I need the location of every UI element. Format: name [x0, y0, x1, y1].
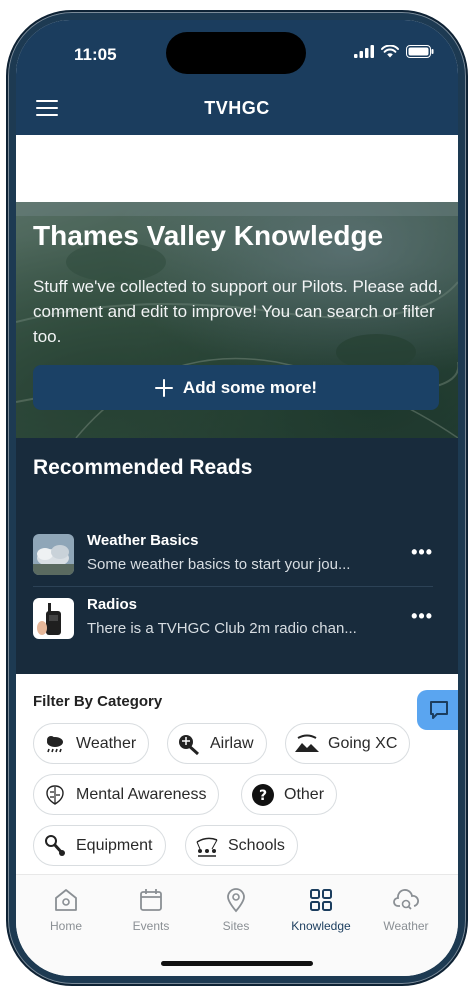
read-subtitle: There is a TVHGC Club 2m radio chan...: [87, 620, 357, 637]
chip-label: Equipment: [76, 836, 153, 854]
more-options-icon[interactable]: •••: [411, 542, 433, 563]
schools-icon: [194, 833, 220, 859]
app-title: TVHGC: [204, 98, 270, 118]
chip-going-xc[interactable]: Going XC: [285, 723, 411, 764]
chat-bubble-icon: [430, 701, 448, 719]
read-title: Radios: [87, 596, 138, 613]
recommended-reads-section: Recommended Reads Weather Basics Some we…: [16, 438, 458, 674]
read-subtitle: Some weather basics to start your jou...: [87, 556, 351, 573]
chip-mental-awareness[interactable]: Mental Awareness: [33, 774, 220, 815]
chip-label: Going XC: [328, 734, 398, 752]
read-title: Weather Basics: [87, 532, 199, 549]
chip-label: Mental Awareness: [76, 785, 207, 803]
nav-label: Knowledge: [291, 919, 351, 933]
battery-icon: [406, 45, 434, 58]
nav-knowledge[interactable]: Knowledge: [279, 887, 363, 933]
add-content-label: Add some more!: [182, 377, 318, 397]
more-options-icon[interactable]: •••: [411, 606, 433, 627]
airlaw-icon: [176, 731, 202, 757]
brain-icon: [42, 782, 68, 808]
svg-text:?: ?: [259, 788, 267, 804]
calendar-icon: [140, 889, 162, 911]
app-screen: 11:05 TVHGC Thames Valley Knowledge Stuf…: [16, 20, 458, 976]
weather-icon: [42, 731, 68, 757]
add-content-button[interactable]: Add some more!: [33, 365, 439, 410]
nav-label: Events: [132, 919, 170, 933]
weather-thumbnail: [33, 534, 74, 575]
status-icons: [354, 45, 434, 58]
chip-label: Airlaw: [210, 734, 254, 752]
chip-label: Other: [284, 785, 325, 803]
read-divider: [33, 586, 433, 587]
app-header: 11:05 TVHGC: [16, 20, 458, 135]
nav-weather[interactable]: Weather: [364, 887, 448, 933]
cloud-search-icon: [393, 889, 419, 910]
going-xc-icon: [294, 731, 320, 757]
chip-airlaw[interactable]: Airlaw: [167, 723, 267, 764]
recommended-title: Recommended Reads: [33, 456, 253, 479]
chip-label: Schools: [228, 836, 285, 854]
hero-title: Thames Valley Knowledge: [33, 220, 384, 251]
chip-label: Weather: [76, 734, 137, 752]
chip-weather[interactable]: Weather: [33, 723, 150, 764]
radio-thumbnail: [33, 598, 74, 639]
chip-equipment[interactable]: Equipment: [33, 825, 166, 866]
nav-label: Sites: [222, 919, 250, 933]
read-item-radios[interactable]: Radios There is a TVHGC Club 2m radio ch…: [33, 590, 433, 646]
plus-icon: [154, 378, 173, 397]
feedback-button[interactable]: [417, 690, 458, 730]
nav-home[interactable]: Home: [24, 887, 108, 933]
status-time: 11:05: [74, 45, 117, 64]
filter-title: Filter By Category: [33, 693, 163, 710]
equipment-icon: [42, 833, 68, 859]
question-icon: ?: [250, 782, 276, 808]
grid-icon: [310, 889, 332, 911]
nav-label: Home: [49, 919, 82, 933]
hero-banner: Thames Valley Knowledge Stuff we've coll…: [16, 202, 458, 438]
nav-events[interactable]: Events: [109, 887, 193, 933]
wifi-icon: [381, 45, 399, 58]
signal-icon: [354, 45, 374, 58]
chip-schools[interactable]: Schools: [185, 825, 298, 866]
hero-description: Stuff we've collected to support our Pil…: [33, 277, 443, 346]
chip-other[interactable]: ? Other: [241, 774, 338, 815]
home-icon: [55, 889, 77, 911]
nav-sites[interactable]: Sites: [194, 887, 278, 933]
dynamic-island: [166, 32, 306, 74]
location-pin-icon: [227, 888, 245, 913]
nav-label: Weather: [383, 919, 429, 933]
read-item-weather-basics[interactable]: Weather Basics Some weather basics to st…: [33, 526, 433, 582]
home-indicator[interactable]: [161, 961, 313, 966]
